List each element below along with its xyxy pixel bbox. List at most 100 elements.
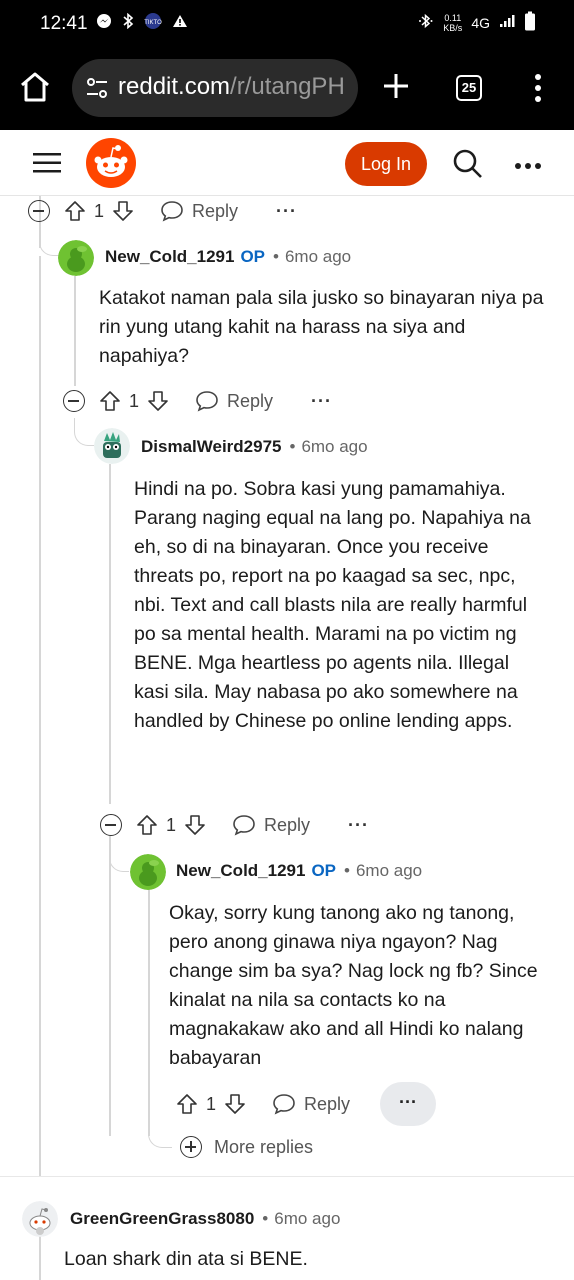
notification-icons: TIKTO (96, 12, 188, 34)
comment-age: 6mo ago (274, 1209, 341, 1228)
browser-toolbar: reddit.com/r/utangPH 25 (0, 46, 574, 130)
avatar[interactable] (94, 428, 130, 464)
network-speed: 0.11 KB/s (443, 13, 462, 33)
op-badge: OP (311, 861, 337, 880)
comment-body: Loan shark din ata si BENE. (64, 1248, 308, 1270)
comment-more-button[interactable]: ··· (311, 391, 332, 412)
username[interactable]: New_Cold_1291 (105, 247, 234, 267)
downvote-icon[interactable] (224, 1093, 246, 1115)
avatar[interactable] (58, 240, 94, 276)
comment-actions: 1 Reply ··· (100, 810, 369, 840)
more-options-icon[interactable] (514, 158, 542, 169)
op-badge: OP (240, 247, 266, 266)
reply-label: Reply (192, 200, 239, 221)
downvote-icon[interactable] (184, 814, 206, 836)
search-icon[interactable] (452, 148, 484, 180)
battery-icon (524, 11, 536, 34)
downvote-icon[interactable] (112, 200, 134, 222)
new-tab-icon[interactable] (380, 70, 412, 102)
tab-switcher-button[interactable]: 25 (456, 75, 482, 101)
score: 1 (206, 1093, 217, 1114)
comment-divider (0, 1176, 574, 1177)
comment-more-button[interactable]: ··· (348, 815, 369, 836)
comment-body: Katakot naman pala sila jusko so binayar… (99, 287, 544, 367)
app-badge-icon: TIKTO (144, 12, 162, 34)
score: 1 (94, 200, 105, 221)
username[interactable]: DismalWeird2975 (141, 437, 281, 457)
more-replies-button[interactable]: More replies (180, 1136, 313, 1158)
comment-author-line: GreenGreenGrass8080 • 6mo ago (70, 1204, 340, 1234)
avatar[interactable] (22, 1201, 58, 1237)
reply-button[interactable]: Reply (195, 390, 273, 412)
reply-label: Reply (264, 814, 311, 835)
upvote-icon[interactable] (64, 200, 86, 222)
collapse-thread-button[interactable] (100, 814, 122, 836)
upvote-icon[interactable] (136, 814, 158, 836)
separator-dot: • (273, 247, 279, 266)
login-button[interactable]: Log In (345, 142, 427, 186)
url-host: reddit.com (118, 73, 231, 100)
reddit-header: Log In (0, 130, 574, 196)
collapse-thread-button[interactable] (63, 390, 85, 412)
reply-button[interactable]: Reply (272, 1093, 350, 1115)
thread-line (109, 836, 111, 1136)
plus-circle-icon (180, 1136, 202, 1158)
signal-icon (499, 14, 515, 31)
avatar[interactable] (130, 854, 166, 890)
downvote-icon[interactable] (147, 390, 169, 412)
username[interactable]: GreenGreenGrass8080 (70, 1209, 254, 1229)
comment-author-line: New_Cold_1291 OP • 6mo ago (105, 242, 351, 272)
separator-dot: • (262, 1209, 269, 1228)
comment-more-button[interactable]: ··· (276, 201, 297, 222)
comment-actions: 1 Reply ··· (176, 1081, 437, 1127)
thread-line (74, 276, 76, 386)
network-type: 4G (471, 14, 490, 31)
comment-actions: 1 Reply ··· (28, 196, 297, 226)
collapse-thread-button[interactable] (28, 200, 50, 222)
comment-age: 6mo ago (301, 437, 368, 456)
thread-connector (74, 418, 94, 446)
comment-age: 6mo ago (355, 861, 423, 880)
thread-line (109, 464, 111, 804)
warning-icon (172, 14, 188, 32)
reply-button[interactable]: Reply (160, 200, 238, 222)
url-bar[interactable]: reddit.com/r/utangPH (72, 59, 358, 117)
home-icon[interactable] (18, 70, 52, 104)
comments-area: 1 Reply ··· New_Cold_1291 OP • 6mo ago K… (0, 196, 574, 1280)
site-settings-icon[interactable] (84, 75, 110, 101)
comment-author-line: New_Cold_1291 OP • 6mo ago (176, 856, 422, 886)
thread-connector (109, 844, 129, 872)
browser-menu-icon[interactable] (533, 72, 543, 104)
more-replies-label: More replies (214, 1136, 314, 1157)
comment-actions: 1 Reply ··· (63, 386, 332, 416)
hamburger-menu-icon[interactable] (33, 152, 61, 174)
reddit-logo-icon[interactable] (86, 138, 136, 188)
separator-dot: • (289, 437, 296, 456)
svg-text:TIKTO: TIKTO (144, 20, 162, 26)
speed-value: 0.11 (444, 12, 462, 23)
thread-connector (39, 232, 59, 256)
system-indicators: 0.11 KB/s 4G (418, 11, 536, 34)
reply-button[interactable]: Reply (232, 814, 310, 836)
username[interactable]: New_Cold_1291 (176, 861, 305, 881)
reply-label: Reply (227, 390, 274, 411)
upvote-icon[interactable] (176, 1093, 198, 1115)
upvote-icon[interactable] (99, 390, 121, 412)
speed-unit: KB/s (443, 22, 463, 33)
messenger-icon (96, 13, 112, 33)
url-text: reddit.com/r/utangPH (118, 73, 345, 101)
url-path: /r/utangPH (230, 73, 345, 100)
separator-dot: • (344, 861, 350, 880)
status-bar: 12:41 TIKTO 0.11 KB/s 4G (0, 0, 574, 46)
bluetooth-status-icon (418, 13, 434, 32)
score: 1 (166, 814, 177, 835)
thread-connector (148, 1096, 172, 1148)
comment-body: Hindi na po. Sobra kasi yung pamamahiya.… (134, 478, 531, 732)
status-time: 12:41 (40, 13, 88, 34)
comment-body: Okay, sorry kung tanong ako ng tanong, p… (169, 902, 538, 1069)
thread-line (39, 256, 41, 1176)
score: 1 (129, 390, 140, 411)
comment-age: 6mo ago (284, 247, 352, 266)
comment-more-button[interactable]: ··· (380, 1082, 437, 1126)
bluetooth-icon (122, 12, 134, 33)
